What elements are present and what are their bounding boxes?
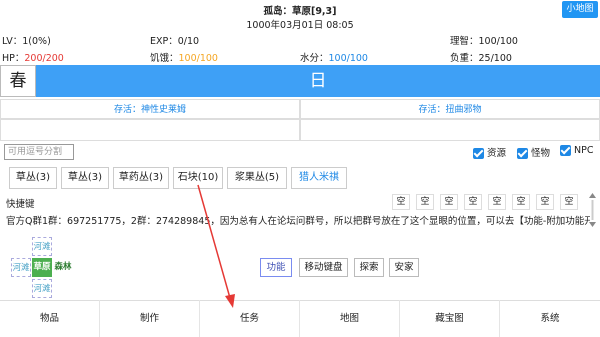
shortcut-slot[interactable]: 空: [416, 194, 434, 210]
npc-hunter[interactable]: 猎人米祺: [291, 167, 347, 189]
tab-treasure-map[interactable]: 藏宝图: [400, 300, 500, 337]
filter-npc-label: NPC: [574, 145, 594, 156]
filter-resources-label: 资源: [487, 148, 507, 159]
sanity-stat: 理智：100/100: [450, 36, 518, 47]
resource-grass-2[interactable]: 草丛(3): [61, 167, 109, 189]
shortcut-slot[interactable]: 空: [440, 194, 458, 210]
map-south[interactable]: 河滩: [32, 279, 52, 298]
explore-button[interactable]: 探索: [354, 258, 384, 277]
hp-label: HP：: [2, 53, 25, 64]
shortcut-label: 快捷键: [6, 199, 35, 210]
season-indicator: 春: [0, 65, 36, 97]
shortcut-slot[interactable]: 空: [464, 194, 482, 210]
tab-map[interactable]: 地图: [300, 300, 400, 337]
shortcut-slot[interactable]: 空: [536, 194, 554, 210]
filter-search-input[interactable]: 可用逗号分割: [4, 144, 74, 160]
scroll-arrows-icon[interactable]: [589, 193, 596, 227]
group-notice: 官方Q群1群：697251775，2群：274289845，因为总有人在论坛问群…: [6, 216, 590, 227]
resource-stone[interactable]: 石块(10): [173, 167, 223, 189]
shortcut-slot[interactable]: 空: [512, 194, 530, 210]
hp-stat: HP：200/200: [2, 50, 64, 64]
survivor-right[interactable]: 存活：扭曲邪物: [300, 99, 600, 119]
map-current: 草原: [32, 258, 52, 277]
shortcut-slot[interactable]: 空: [392, 194, 410, 210]
hunger-label: 饥饿：: [150, 53, 179, 64]
load-stat: 负重：25/100: [450, 53, 512, 64]
survivor-slot-empty: [0, 119, 300, 141]
filter-npc[interactable]: NPC: [560, 145, 594, 156]
checkbox-checked-icon[interactable]: [560, 145, 571, 156]
shortcut-slot[interactable]: 空: [488, 194, 506, 210]
game-datetime: 1000年03月01日 08:05: [246, 20, 354, 31]
location-title: 孤岛：草原[9,3]: [263, 6, 337, 17]
filter-monsters[interactable]: 怪物: [517, 145, 550, 159]
hp-value: 200/200: [24, 53, 64, 64]
water-label: 水分：: [300, 53, 329, 64]
day-night-bar: 日: [36, 65, 600, 97]
checkbox-checked-icon[interactable]: [517, 148, 528, 159]
shortcut-slot[interactable]: 空: [560, 194, 578, 210]
minimap-button[interactable]: 小地图: [562, 1, 598, 18]
resource-herb-bush[interactable]: 草药丛(3): [113, 167, 169, 189]
water-value: 100/100: [328, 53, 368, 64]
resource-grass-1[interactable]: 草丛(3): [9, 167, 57, 189]
hunger-value: 100/100: [178, 53, 218, 64]
settle-button[interactable]: 安家: [389, 258, 419, 277]
survivor-slot-empty: [300, 119, 600, 141]
map-east[interactable]: 森林: [53, 258, 73, 277]
function-button[interactable]: 功能: [260, 258, 292, 277]
exp-stat: EXP：0/10: [150, 36, 200, 47]
survivor-left[interactable]: 存活：神性史莱姆: [0, 99, 300, 119]
tab-tasks[interactable]: 任务: [200, 300, 300, 337]
level-stat: LV：1(0%): [2, 36, 51, 47]
tab-items[interactable]: 物品: [0, 300, 100, 337]
resource-berry-bush[interactable]: 浆果丛(5): [227, 167, 287, 189]
tab-crafting[interactable]: 制作: [100, 300, 200, 337]
checkbox-checked-icon[interactable]: [473, 148, 484, 159]
hunger-stat: 饥饿：100/100: [150, 50, 218, 64]
map-west[interactable]: 河滩: [11, 258, 31, 277]
tab-system[interactable]: 系统: [500, 300, 600, 337]
water-stat: 水分：100/100: [300, 50, 368, 64]
filter-monsters-label: 怪物: [531, 148, 551, 159]
filter-resources[interactable]: 资源: [473, 145, 506, 159]
move-keyboard-button[interactable]: 移动键盘: [299, 258, 348, 277]
map-north[interactable]: 河滩: [32, 237, 52, 256]
